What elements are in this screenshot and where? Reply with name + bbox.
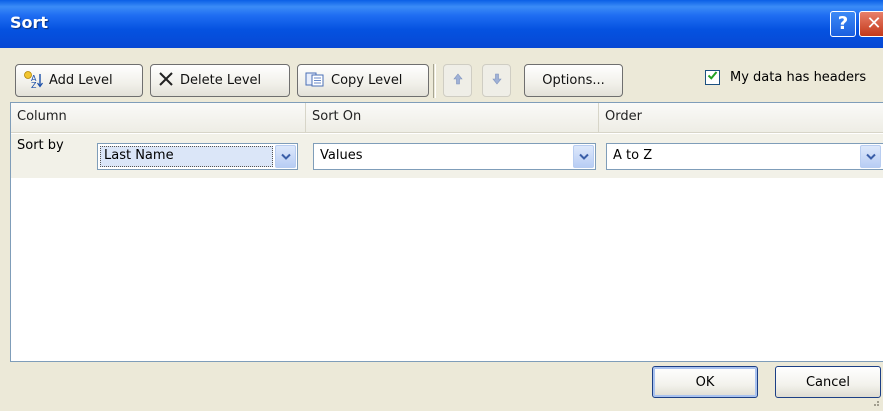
delete-level-label: Delete Level [180, 73, 262, 88]
sort-on-dropdown-arrow[interactable] [573, 145, 594, 168]
delete-level-button[interactable]: Delete Level [150, 64, 290, 97]
add-level-icon: A Z [23, 70, 43, 92]
copy-level-label: Copy Level [331, 73, 403, 88]
sort-on-select-value: Values [320, 148, 363, 163]
headers-checkbox[interactable] [705, 70, 720, 85]
column-select[interactable]: Last Name [97, 143, 298, 170]
dialog-title: Sort [10, 13, 49, 32]
order-select[interactable]: A to Z [606, 143, 883, 170]
cancel-label: Cancel [805, 374, 851, 390]
help-button[interactable]: ? [830, 11, 856, 37]
copy-icon [305, 71, 325, 91]
cancel-button[interactable]: Cancel [775, 366, 881, 398]
toolbar-separator [433, 64, 436, 98]
sort-by-label: Sort by [17, 138, 64, 153]
resize-grip-icon[interactable] [870, 396, 880, 406]
column-dropdown-arrow[interactable] [275, 145, 296, 168]
grid-header: Column Sort On Order [11, 103, 883, 133]
title-bar[interactable]: Sort ? ✕ [0, 0, 883, 48]
order-header: Order [605, 109, 642, 124]
add-level-label: Add Level [49, 73, 113, 88]
chevron-down-icon [865, 149, 876, 164]
ok-button[interactable]: OK [652, 366, 758, 398]
arrow-up-icon [452, 73, 463, 89]
sort-level-row[interactable]: Sort by Last Name Values A to Z [11, 134, 883, 178]
sort-levels-grid: Column Sort On Order Sort by Last Name V… [10, 102, 883, 362]
arrow-down-icon [491, 73, 502, 89]
column-select-value: Last Name [104, 148, 174, 163]
move-up-button[interactable] [443, 64, 472, 97]
close-button[interactable]: ✕ [859, 11, 883, 37]
copy-level-button[interactable]: Copy Level [297, 64, 429, 97]
svg-text:Z: Z [31, 81, 37, 88]
order-select-value: A to Z [613, 148, 653, 163]
options-label: Options... [542, 73, 605, 88]
sort-dialog: Sort ? ✕ A Z Add Level Delete Level Copy… [0, 0, 883, 410]
add-level-button[interactable]: A Z Add Level [15, 64, 143, 97]
checkmark-icon [707, 70, 718, 85]
move-down-button[interactable] [482, 64, 511, 97]
column-header: Column [11, 103, 306, 133]
order-dropdown-arrow[interactable] [860, 145, 881, 168]
ok-label: OK [695, 374, 715, 390]
sort-on-header: Sort On [306, 103, 599, 133]
options-button[interactable]: Options... [524, 64, 623, 97]
chevron-down-icon [280, 149, 291, 164]
headers-checkbox-label: My data has headers [730, 70, 867, 85]
delete-x-icon [158, 71, 174, 91]
headers-checkbox-group[interactable]: My data has headers [705, 70, 866, 85]
chevron-down-icon [578, 149, 589, 164]
sort-on-select[interactable]: Values [313, 143, 596, 170]
